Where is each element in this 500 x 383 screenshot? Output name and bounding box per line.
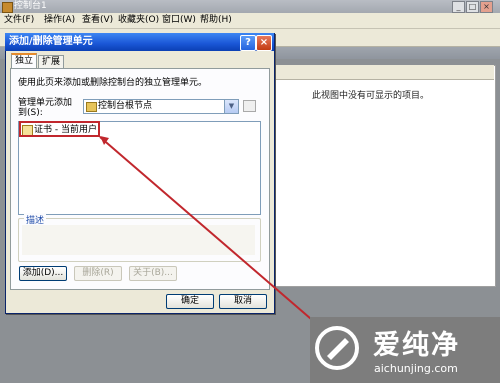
arrow-line xyxy=(99,136,319,326)
logo-icon xyxy=(315,326,359,370)
logo-text-en: aichunjing.com xyxy=(374,362,458,375)
logo-text-cn: 爱纯净 xyxy=(373,330,460,361)
